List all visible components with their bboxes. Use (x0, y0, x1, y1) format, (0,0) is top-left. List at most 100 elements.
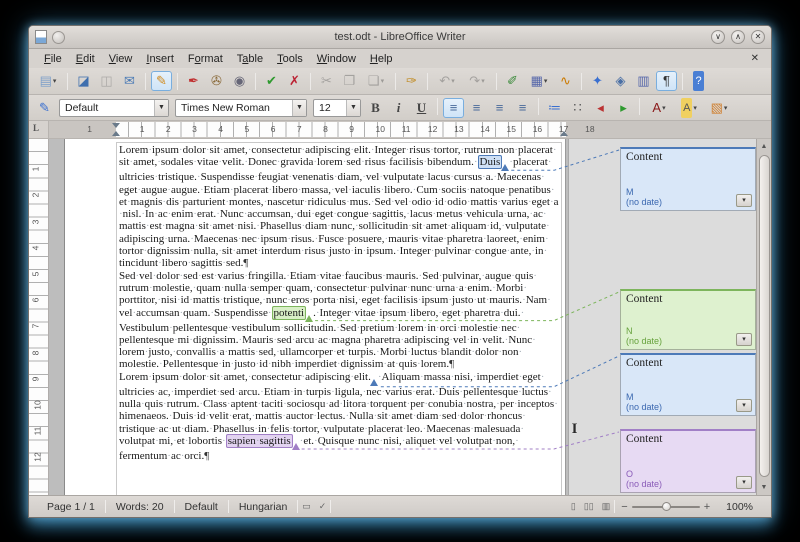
comment-menu-button[interactable]: ▾ (736, 194, 752, 207)
menu-window[interactable]: Window (310, 51, 363, 67)
document-as-email-button[interactable]: ✉ (119, 71, 140, 91)
insert-table-button[interactable]: ▦▾ (525, 71, 553, 91)
comment-text[interactable]: Content (626, 357, 662, 369)
scroll-down-icon[interactable]: ▼ (758, 481, 770, 494)
paste-button[interactable]: ❏▾ (362, 71, 390, 91)
paragraph-3[interactable]: Lorem​·​ipsum​·​dolor​·​sit​·​amet,​·​co… (119, 371, 559, 462)
dropdown-caret-icon[interactable]: ▾ (451, 77, 455, 85)
chevron-down-icon[interactable]: ▼ (292, 100, 306, 116)
undo-button[interactable]: ↶▾ (433, 71, 461, 91)
menu-edit[interactable]: Edit (69, 51, 102, 67)
maximize-button[interactable]: ∧ (731, 30, 745, 44)
menu-format[interactable]: Format (181, 51, 230, 67)
new-document-button[interactable]: ▤▾ (34, 71, 62, 91)
page-preview-button[interactable]: ◉ (229, 71, 250, 91)
vertical-scrollbar[interactable]: ▲ ▼ (756, 139, 771, 495)
multi-page-view-icon[interactable]: ▯▯ (580, 501, 598, 512)
comment-text[interactable]: Content (626, 151, 662, 163)
titlebar[interactable]: test.odt - LibreOffice Writer ∨ ∧ ✕ (29, 26, 771, 49)
align-center-button[interactable]: ≡ (466, 98, 487, 118)
chevron-down-icon[interactable]: ▼ (154, 100, 168, 116)
comment-anchor-text[interactable]: Duis (478, 155, 503, 169)
first-line-indent-marker[interactable] (112, 123, 120, 128)
dropdown-caret-icon[interactable]: ▾ (724, 104, 728, 112)
comment-anchor-text[interactable]: potenti (272, 306, 307, 320)
menu-file[interactable]: File (37, 51, 69, 67)
save-button[interactable]: ◫ (96, 71, 117, 91)
dropdown-caret-icon[interactable]: ▾ (481, 77, 485, 85)
page-style-field[interactable]: Default (175, 501, 228, 513)
paragraph-2[interactable]: Sed​·​vel​·​dolor​·​sed​·​est​·​varius​·… (119, 270, 559, 371)
window-menu-button[interactable] (52, 31, 65, 44)
help-button[interactable]: ? (688, 71, 709, 91)
comment-menu-button[interactable]: ▾ (736, 333, 752, 346)
tab-selector[interactable]: L (29, 121, 49, 138)
clone-formatting-button[interactable]: ✑ (401, 71, 422, 91)
gallery-button[interactable]: ▥ (633, 71, 654, 91)
font-color-button[interactable]: A▾ (645, 98, 673, 118)
auto-spellcheck-button[interactable]: ✗ (284, 71, 305, 91)
horizontal-ruler[interactable]: 1123456789101112131415161718 (49, 121, 771, 138)
document-text-area[interactable]: Lorem​·​ipsum​·​dolor​·​sit​·​amet,​·​co… (116, 142, 562, 495)
dropdown-caret-icon[interactable]: ▾ (544, 77, 548, 85)
comment-box-2[interactable]: ContentN(no date)▾ (620, 289, 756, 350)
comment-anchor-icon[interactable] (305, 315, 313, 322)
close-button[interactable]: ✕ (751, 30, 765, 44)
dropdown-caret-icon[interactable]: ▾ (662, 104, 666, 112)
align-right-button[interactable]: ≡ (489, 98, 510, 118)
dropdown-caret-icon[interactable]: ▾ (53, 77, 57, 85)
justified-button[interactable]: ≡ (512, 98, 533, 118)
paragraph-1[interactable]: Lorem​·​ipsum​·​dolor​·​sit​·​amet,​·​co… (119, 144, 559, 270)
numbered-list-button[interactable]: ≔ (544, 98, 565, 118)
zoom-percent[interactable]: 100% (716, 501, 763, 513)
document-modified-icon[interactable]: ✓ (315, 501, 331, 512)
page-number-field[interactable]: Page 1 / 1 (37, 501, 105, 513)
comment-menu-button[interactable]: ▾ (736, 399, 752, 412)
chevron-down-icon[interactable]: ▼ (346, 100, 360, 116)
print-file-directly-button[interactable]: ✇ (206, 71, 227, 91)
menu-tools[interactable]: Tools (270, 51, 310, 67)
comment-anchor-icon[interactable] (292, 443, 300, 450)
paragraph-style-combo[interactable]: Default ▼ (59, 99, 169, 117)
find-and-replace-button[interactable]: ✦ (587, 71, 608, 91)
comment-anchor-text[interactable]: sapien​·​sagittis (226, 434, 293, 448)
book-view-icon[interactable]: ▥ (598, 501, 615, 512)
comment-anchor-icon[interactable] (370, 379, 378, 386)
highlighting-color-button[interactable]: A▾ (675, 98, 703, 118)
scroll-up-icon[interactable]: ▲ (758, 140, 770, 153)
bullet-list-button[interactable]: ∷ (567, 98, 588, 118)
vertical-ruler[interactable]: 123456789101112 (29, 139, 49, 495)
insert-hyperlink-button[interactable]: ✐ (502, 71, 523, 91)
increase-indent-button[interactable]: ▸ (613, 98, 634, 118)
comment-menu-button[interactable]: ▾ (736, 476, 752, 489)
menu-insert[interactable]: Insert (139, 51, 181, 67)
menu-help[interactable]: Help (363, 51, 400, 67)
navigator-button[interactable]: ◈ (610, 71, 631, 91)
word-count-field[interactable]: Words: 20 (106, 501, 174, 513)
close-document-icon[interactable]: ✕ (747, 53, 763, 64)
decrease-indent-button[interactable]: ◂ (590, 98, 611, 118)
selection-mode-icon[interactable]: ▭ (298, 501, 315, 512)
left-indent-marker[interactable] (112, 131, 120, 136)
menu-view[interactable]: View (102, 51, 140, 67)
show-draw-functions-button[interactable]: ∿ (555, 71, 576, 91)
minimize-button[interactable]: ∨ (711, 30, 725, 44)
font-name-combo[interactable]: Times New Roman ▼ (175, 99, 307, 117)
cut-button[interactable]: ✂ (316, 71, 337, 91)
zoom-slider-handle[interactable] (662, 502, 671, 511)
styles-and-formatting-button[interactable]: ✎ (34, 98, 55, 118)
comment-text[interactable]: Content (626, 293, 662, 305)
comment-box-3[interactable]: ContentM(no date)▾ (620, 353, 756, 416)
export-as-pdf-button[interactable]: ✒ (183, 71, 204, 91)
zoom-out-icon[interactable]: − (621, 501, 627, 513)
spelling-and-grammar-button[interactable]: ✔ (261, 71, 282, 91)
redo-button[interactable]: ↷▾ (463, 71, 491, 91)
menu-table[interactable]: Table (230, 51, 270, 67)
font-size-combo[interactable]: 12 ▼ (313, 99, 361, 117)
formatting-marks-button[interactable]: ¶ (656, 71, 677, 91)
bold-button[interactable]: B (365, 98, 386, 118)
dropdown-caret-icon[interactable]: ▾ (693, 104, 697, 112)
align-left-button[interactable]: ≡ (443, 98, 464, 118)
copy-button[interactable]: ❐ (339, 71, 360, 91)
comment-box-1[interactable]: ContentM(no date)▾ (620, 147, 756, 211)
